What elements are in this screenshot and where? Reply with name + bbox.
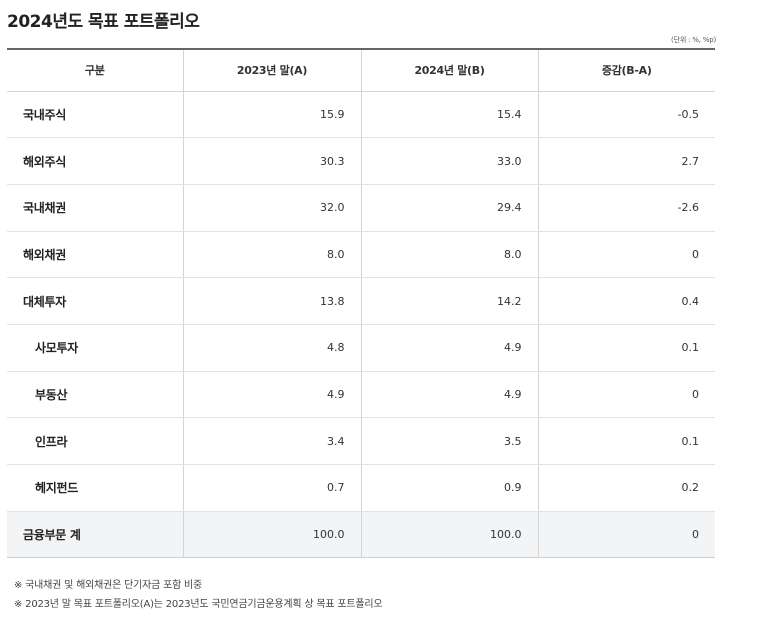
value-change: 0.2 [537,464,715,512]
row-label: 국내주식 [7,91,183,139]
row-label: 인프라 [7,417,183,465]
value-2024: 3.5 [360,417,538,465]
table-row: 부동산 4.9 4.9 0 [7,371,715,419]
value-change: 2.7 [537,137,715,185]
value-change: 0 [537,231,715,279]
table-row: 인프라 3.4 3.5 0.1 [7,417,715,465]
value-2023: 32.0 [182,184,361,232]
row-label: 해외채권 [7,231,183,279]
value-2024: 29.4 [360,184,538,232]
value-2023: 30.3 [182,137,361,185]
value-change: -2.6 [537,184,715,232]
value-2024: 8.0 [360,231,538,279]
value-change: -0.5 [537,91,715,139]
row-label: 부동산 [7,371,183,419]
row-label: 금융부문 계 [7,511,183,559]
header-2023: 2023년 말(A) [182,49,361,92]
value-2024: 0.9 [360,464,538,512]
value-change: 0.1 [537,417,715,465]
value-2024: 33.0 [360,137,538,185]
value-2023: 4.9 [182,371,361,419]
value-change: 0.4 [537,277,715,325]
portfolio-table: 구분 2023년 말(A) 2024년 말(B) 증감(B-A) 국내주식 15… [7,48,715,559]
table-header-row: 구분 2023년 말(A) 2024년 말(B) 증감(B-A) [7,49,715,92]
row-label: 대체투자 [7,277,183,325]
value-change: 0 [537,511,715,559]
table-row: 해외채권 8.0 8.0 0 [7,231,715,279]
value-2024: 4.9 [360,324,538,372]
table-row: 헤지펀드 0.7 0.9 0.2 [7,464,715,512]
row-label: 사모투자 [7,324,183,372]
unit-label: (단위 : %, %p) [671,36,716,44]
header-change: 증감(B-A) [537,49,715,92]
table-row: 사모투자 4.8 4.9 0.1 [7,324,715,372]
value-2023: 0.7 [182,464,361,512]
table-row: 국내채권 32.0 29.4 -2.6 [7,184,715,232]
row-label: 국내채권 [7,184,183,232]
footnotes: ※ 국내채권 및 해외채권은 단기자금 포함 비중 ※ 2023년 말 목표 포… [14,576,383,614]
value-2023: 15.9 [182,91,361,139]
table-row: 국내주식 15.9 15.4 -0.5 [7,91,715,139]
value-2024: 15.4 [360,91,538,139]
row-label: 헤지펀드 [7,464,183,512]
total-row: 금융부문 계 100.0 100.0 0 [7,511,715,559]
value-2023: 8.0 [182,231,361,279]
table-row: 대체투자 13.8 14.2 0.4 [7,277,715,325]
value-2023: 100.0 [182,511,361,559]
header-category: 구분 [7,49,183,92]
value-change: 0 [537,371,715,419]
value-2023: 4.8 [182,324,361,372]
value-2023: 3.4 [182,417,361,465]
footnote: ※ 2023년 말 목표 포트폴리오(A)는 2023년도 국민연금기금운용계획… [14,599,383,610]
row-label: 해외주식 [7,137,183,185]
value-2024: 100.0 [360,511,538,559]
table-row: 해외주식 30.3 33.0 2.7 [7,137,715,185]
footnote: ※ 국내채권 및 해외채권은 단기자금 포함 비중 [14,580,203,591]
header-2024: 2024년 말(B) [360,49,538,92]
value-2024: 14.2 [360,277,538,325]
value-2023: 13.8 [182,277,361,325]
page-title: 2024년도 목표 포트폴리오 [7,12,200,32]
value-2024: 4.9 [360,371,538,419]
value-change: 0.1 [537,324,715,372]
